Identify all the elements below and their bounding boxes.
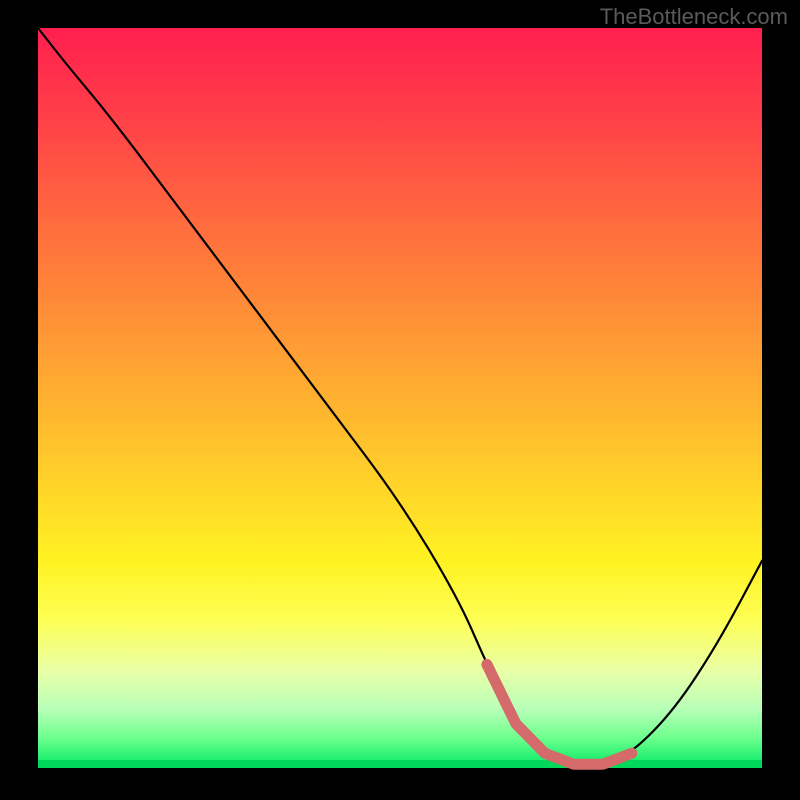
highlight-segment xyxy=(487,664,632,764)
chart-svg xyxy=(38,28,762,768)
watermark-text: TheBottleneck.com xyxy=(600,4,788,30)
bottleneck-curve xyxy=(38,28,762,764)
chart-plot-area xyxy=(38,28,762,768)
